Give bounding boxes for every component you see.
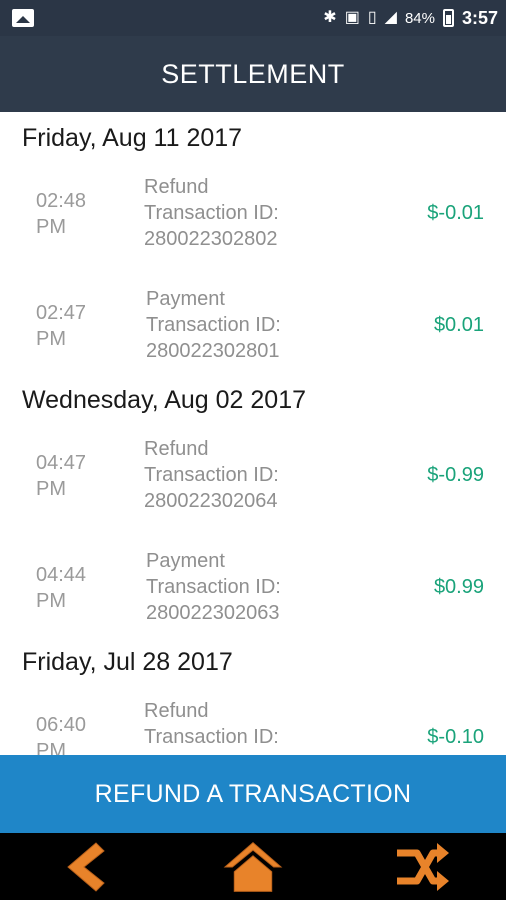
transaction-id-label: Transaction ID:: [146, 314, 281, 336]
switch-button[interactable]: [392, 837, 452, 897]
transaction-type: Payment: [146, 550, 225, 572]
transaction-id: 280022302802: [144, 228, 278, 250]
transaction-time: 02:47 PM: [36, 302, 87, 350]
date-header: Friday, Aug 11 2017: [22, 124, 243, 152]
navigation-bar: [0, 833, 506, 900]
back-arrow-icon: [67, 841, 106, 892]
bluetooth-icon: ✱: [323, 9, 337, 26]
page-title: SETTLEMENT: [161, 58, 345, 89]
transaction-type: Refund: [144, 438, 209, 460]
home-button[interactable]: [223, 837, 283, 897]
battery-icon: [442, 9, 454, 27]
transaction-id-label: Transaction ID:: [144, 464, 279, 486]
transaction-time: 04:44 PM: [36, 564, 87, 612]
switch-arrows-icon: [396, 842, 449, 891]
status-indicators: ✱ ▣ ▯ ◢ 84% 3:57: [323, 0, 498, 36]
home-icon: [223, 841, 283, 892]
transaction-id: 280022302801: [146, 340, 280, 362]
transaction-amount: $-0.01: [427, 202, 484, 224]
transaction-details: Refund Transaction ID: 280022302064: [144, 436, 279, 514]
transaction-amount: $0.01: [433, 314, 484, 336]
transaction-amount: $-0.10: [427, 726, 484, 748]
date-header: Wednesday, Aug 02 2017: [22, 386, 307, 414]
transaction-details: Payment Transaction ID: 280022302801: [146, 286, 281, 364]
battery-percent: 84%: [404, 9, 435, 27]
transaction-amount: $-0.99: [427, 464, 484, 486]
transaction-type: Payment: [146, 288, 225, 310]
vibrate-icon: ▯: [367, 9, 377, 26]
transaction-id-label: Transaction ID:: [146, 576, 281, 598]
lte-signal-icon: ◢: [384, 9, 397, 26]
transaction-details: Payment Transaction ID: 280022302063: [146, 548, 281, 626]
transaction-list[interactable]: Friday, Aug 11 2017 02:48 PM Refund Tran…: [0, 112, 506, 755]
transaction-details: Refund Transaction ID:: [144, 698, 279, 750]
app-bar: SETTLEMENT: [0, 36, 506, 112]
transaction-details: Refund Transaction ID: 280022302802: [144, 174, 279, 252]
back-button[interactable]: [54, 837, 114, 897]
transaction-id: 280022302064: [144, 490, 278, 512]
transaction-time: 06:40 PM: [36, 714, 87, 755]
transaction-id-label: Transaction ID:: [144, 726, 279, 748]
refund-transaction-button[interactable]: REFUND A TRANSACTION: [0, 755, 506, 833]
date-header: Friday, Jul 28 2017: [22, 648, 233, 676]
transaction-time: 04:47 PM: [36, 452, 87, 500]
clock: 3:57: [461, 7, 498, 28]
nfc-icon: ▣: [344, 9, 360, 26]
image-notification-icon: [12, 9, 34, 27]
transaction-type: Refund: [144, 176, 209, 198]
status-bar: ✱ ▣ ▯ ◢ 84% 3:57: [0, 0, 506, 36]
transaction-type: Refund: [144, 700, 209, 722]
transaction-id-label: Transaction ID:: [144, 202, 279, 224]
transaction-time: 02:48 PM: [36, 190, 87, 238]
transaction-amount: $0.99: [433, 576, 484, 598]
transaction-id: 280022302063: [146, 602, 280, 624]
